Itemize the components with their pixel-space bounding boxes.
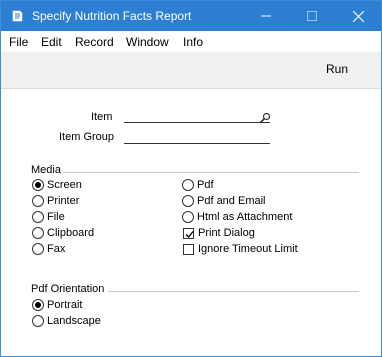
radio-screen-label: Screen — [47, 179, 82, 191]
maximize-button[interactable] — [289, 1, 335, 31]
radio-pdf-label: Pdf — [197, 179, 214, 191]
radio-landscape[interactable]: Landscape — [32, 314, 101, 328]
radio-clipboard[interactable]: Clipboard — [32, 226, 94, 240]
radio-landscape-label: Landscape — [47, 315, 101, 327]
radio-clipboard-indicator — [32, 227, 44, 239]
close-button[interactable] — [335, 1, 381, 31]
radio-file[interactable]: File — [32, 210, 65, 224]
menu-file[interactable]: File — [9, 35, 28, 49]
radio-screen[interactable]: Screen — [32, 178, 82, 192]
menu-window[interactable]: Window — [126, 35, 169, 49]
radio-portrait[interactable]: Portrait — [32, 298, 82, 312]
radio-printer[interactable]: Printer — [32, 194, 79, 208]
orientation-divider — [108, 291, 359, 292]
menu-edit[interactable]: Edit — [41, 35, 62, 49]
checkbox-ignore-timeout[interactable]: Ignore Timeout Limit — [183, 242, 298, 256]
close-icon — [352, 10, 364, 22]
search-icon[interactable] — [259, 112, 271, 124]
item-group-field[interactable] — [124, 130, 270, 144]
radio-printer-label: Printer — [47, 195, 80, 207]
title-bar[interactable]: Specify Nutrition Facts Report — [1, 1, 381, 31]
item-label: Item — [91, 111, 113, 123]
radio-pdf-indicator — [182, 179, 194, 191]
radio-html-attachment-label: Html as Attachment — [197, 211, 293, 223]
radio-html-attachment[interactable]: Html as Attachment — [182, 210, 292, 224]
media-divider — [63, 172, 359, 173]
menu-record[interactable]: Record — [75, 35, 114, 49]
radio-file-label: File — [47, 211, 65, 223]
maximize-icon — [307, 11, 317, 21]
checkbox-ignore-timeout-label: Ignore Timeout Limit — [198, 243, 298, 255]
radio-pdf-and-email-indicator — [182, 195, 194, 207]
checkbox-print-dialog[interactable]: Print Dialog — [183, 226, 255, 240]
radio-pdf-and-email-label: Pdf and Email — [197, 195, 266, 207]
item-field[interactable] — [124, 109, 270, 123]
radio-portrait-label: Portrait — [47, 299, 83, 311]
radio-file-indicator — [32, 211, 44, 223]
radio-html-attachment-indicator — [182, 211, 194, 223]
app-icon — [10, 9, 24, 23]
menu-info[interactable]: Info — [183, 35, 203, 49]
orientation-section-title: Pdf Orientation — [31, 283, 105, 295]
radio-printer-indicator — [32, 195, 44, 207]
radio-clipboard-label: Clipboard — [47, 227, 95, 239]
radio-landscape-indicator — [32, 315, 44, 327]
checkbox-print-dialog-label: Print Dialog — [198, 227, 255, 239]
radio-fax-label: Fax — [47, 243, 66, 255]
minimize-icon — [261, 15, 271, 17]
media-section-title: Media — [31, 164, 61, 176]
radio-portrait-indicator — [32, 299, 44, 311]
checkbox-print-dialog-box — [183, 227, 194, 239]
checkmark-icon — [185, 230, 194, 238]
radio-fax[interactable]: Fax — [32, 242, 65, 256]
item-group-label: Item Group — [59, 131, 115, 143]
minimize-button[interactable] — [243, 1, 289, 31]
report-window: Specify Nutrition Facts Report File Edit… — [0, 0, 382, 357]
run-button[interactable]: Run — [326, 62, 348, 76]
radio-fax-indicator — [32, 243, 44, 255]
radio-pdf-and-email[interactable]: Pdf and Email — [182, 194, 265, 208]
toolbar: Run — [1, 52, 381, 89]
radio-screen-indicator — [32, 179, 44, 191]
menu-bar: File Edit Record Window Info — [1, 31, 381, 52]
window-title: Specify Nutrition Facts Report — [32, 9, 192, 23]
checkbox-ignore-timeout-box — [183, 243, 194, 255]
radio-pdf[interactable]: Pdf — [182, 178, 214, 192]
